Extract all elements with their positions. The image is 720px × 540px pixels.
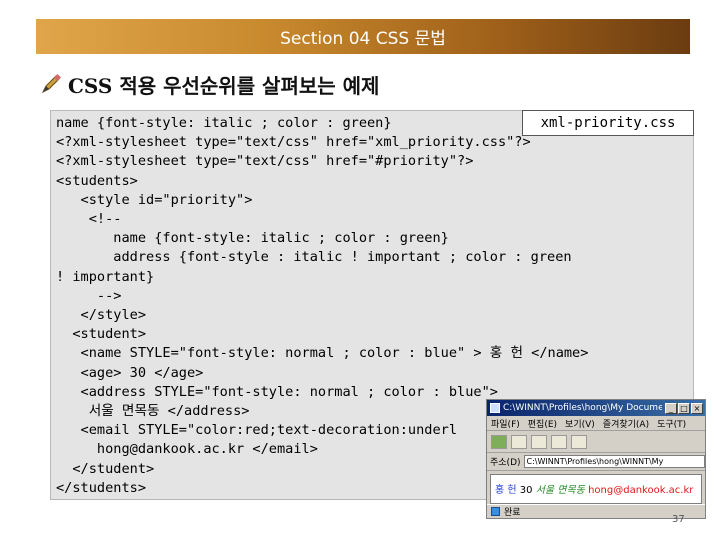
browser-titlebar: C:\WINNT\Profiles\hong\My Documents\... … [487,400,705,416]
browser-window-screenshot: C:\WINNT\Profiles\hong\My Documents\... … [486,399,706,519]
browser-toolbar [487,431,705,453]
menu-file[interactable]: 파일(F) [491,417,520,430]
maximize-button[interactable]: □ [678,402,690,414]
menu-tools[interactable]: 도구(T) [657,417,686,430]
code-line: name {font-style: italic ; color : green… [56,230,449,247]
code-line: <students> [56,172,138,189]
menu-edit[interactable]: 편집(E) [528,417,557,430]
close-button[interactable]: × [691,402,703,414]
menu-favorites[interactable]: 즐겨찾기(A) [603,417,649,430]
code-line: <email STYLE="color:red;text-decoration:… [56,422,458,439]
slide-heading: CSS 적용 우선순위를 살펴보는 예제 [40,68,379,100]
code-line: --> [56,287,122,304]
code-line: <?xml-stylesheet type="text/css" href="x… [56,134,531,151]
window-controls: _ □ × [665,402,705,414]
address-input[interactable]: C:\WINNT\Profiles\hong\WINNT\My [523,455,705,468]
minimize-button[interactable]: _ [665,402,677,414]
page-done-icon [491,507,500,516]
browser-content: 홍 헌 30 서울 면목동 hong@dankook.ac.kr [490,474,702,504]
page-number: 37 [672,514,685,525]
rendered-email: hong@dankook.ac.kr [588,485,694,496]
code-line: <style id="priority"> [56,191,253,208]
rendered-age: 30 [519,485,533,496]
browser-title: C:\WINNT\Profiles\hong\My Documents\... [503,403,662,413]
code-line: <?xml-stylesheet type="text/css" href="#… [56,153,474,170]
code-line: </style> [56,307,147,323]
rendered-address: 서울 면목동 [535,485,585,496]
code-line: </students> [56,479,147,496]
code-line: <age> 30 </age> [56,364,204,381]
code-line: hong@dankook.ac.kr </email> [56,441,318,458]
code-line: <!-- [56,211,122,227]
section-banner: Section 04 CSS 문법 [36,19,690,54]
home-icon[interactable] [571,434,587,449]
section-title: Section 04 CSS 문법 [280,29,446,49]
filename-label: xml-priority.css [522,110,694,136]
stop-icon[interactable] [531,434,547,449]
code-line: <student> [56,326,147,343]
refresh-icon[interactable] [551,434,567,449]
address-bar: 주소(D) C:\WINNT\Profiles\hong\WINNT\My [487,453,705,471]
code-line: <name STYLE="font-style: normal ; color … [56,345,589,362]
pencil-bullet-icon [41,73,62,94]
code-line: name {font-style: italic ; color : green… [56,115,392,131]
code-line: </student> [56,460,155,477]
heading-text: CSS 적용 우선순위를 살펴보는 예제 [68,73,380,98]
code-line: address {font-style : italic ! important… [56,249,572,266]
address-label: 주소(D) [490,458,521,468]
ie-icon [490,403,500,413]
status-text: 완료 [504,508,521,518]
code-line: ! important} [56,268,155,285]
code-line: 서울 면목동 </address> [56,403,250,419]
forward-icon[interactable] [511,434,527,449]
menu-view[interactable]: 보기(V) [565,417,595,430]
browser-menubar: 파일(F) 편집(E) 보기(V) 즐겨찾기(A) 도구(T) [487,416,705,431]
rendered-name: 홍 헌 [495,485,517,496]
code-line: <address STYLE="font-style: normal ; col… [56,383,498,400]
back-icon[interactable] [491,434,507,449]
